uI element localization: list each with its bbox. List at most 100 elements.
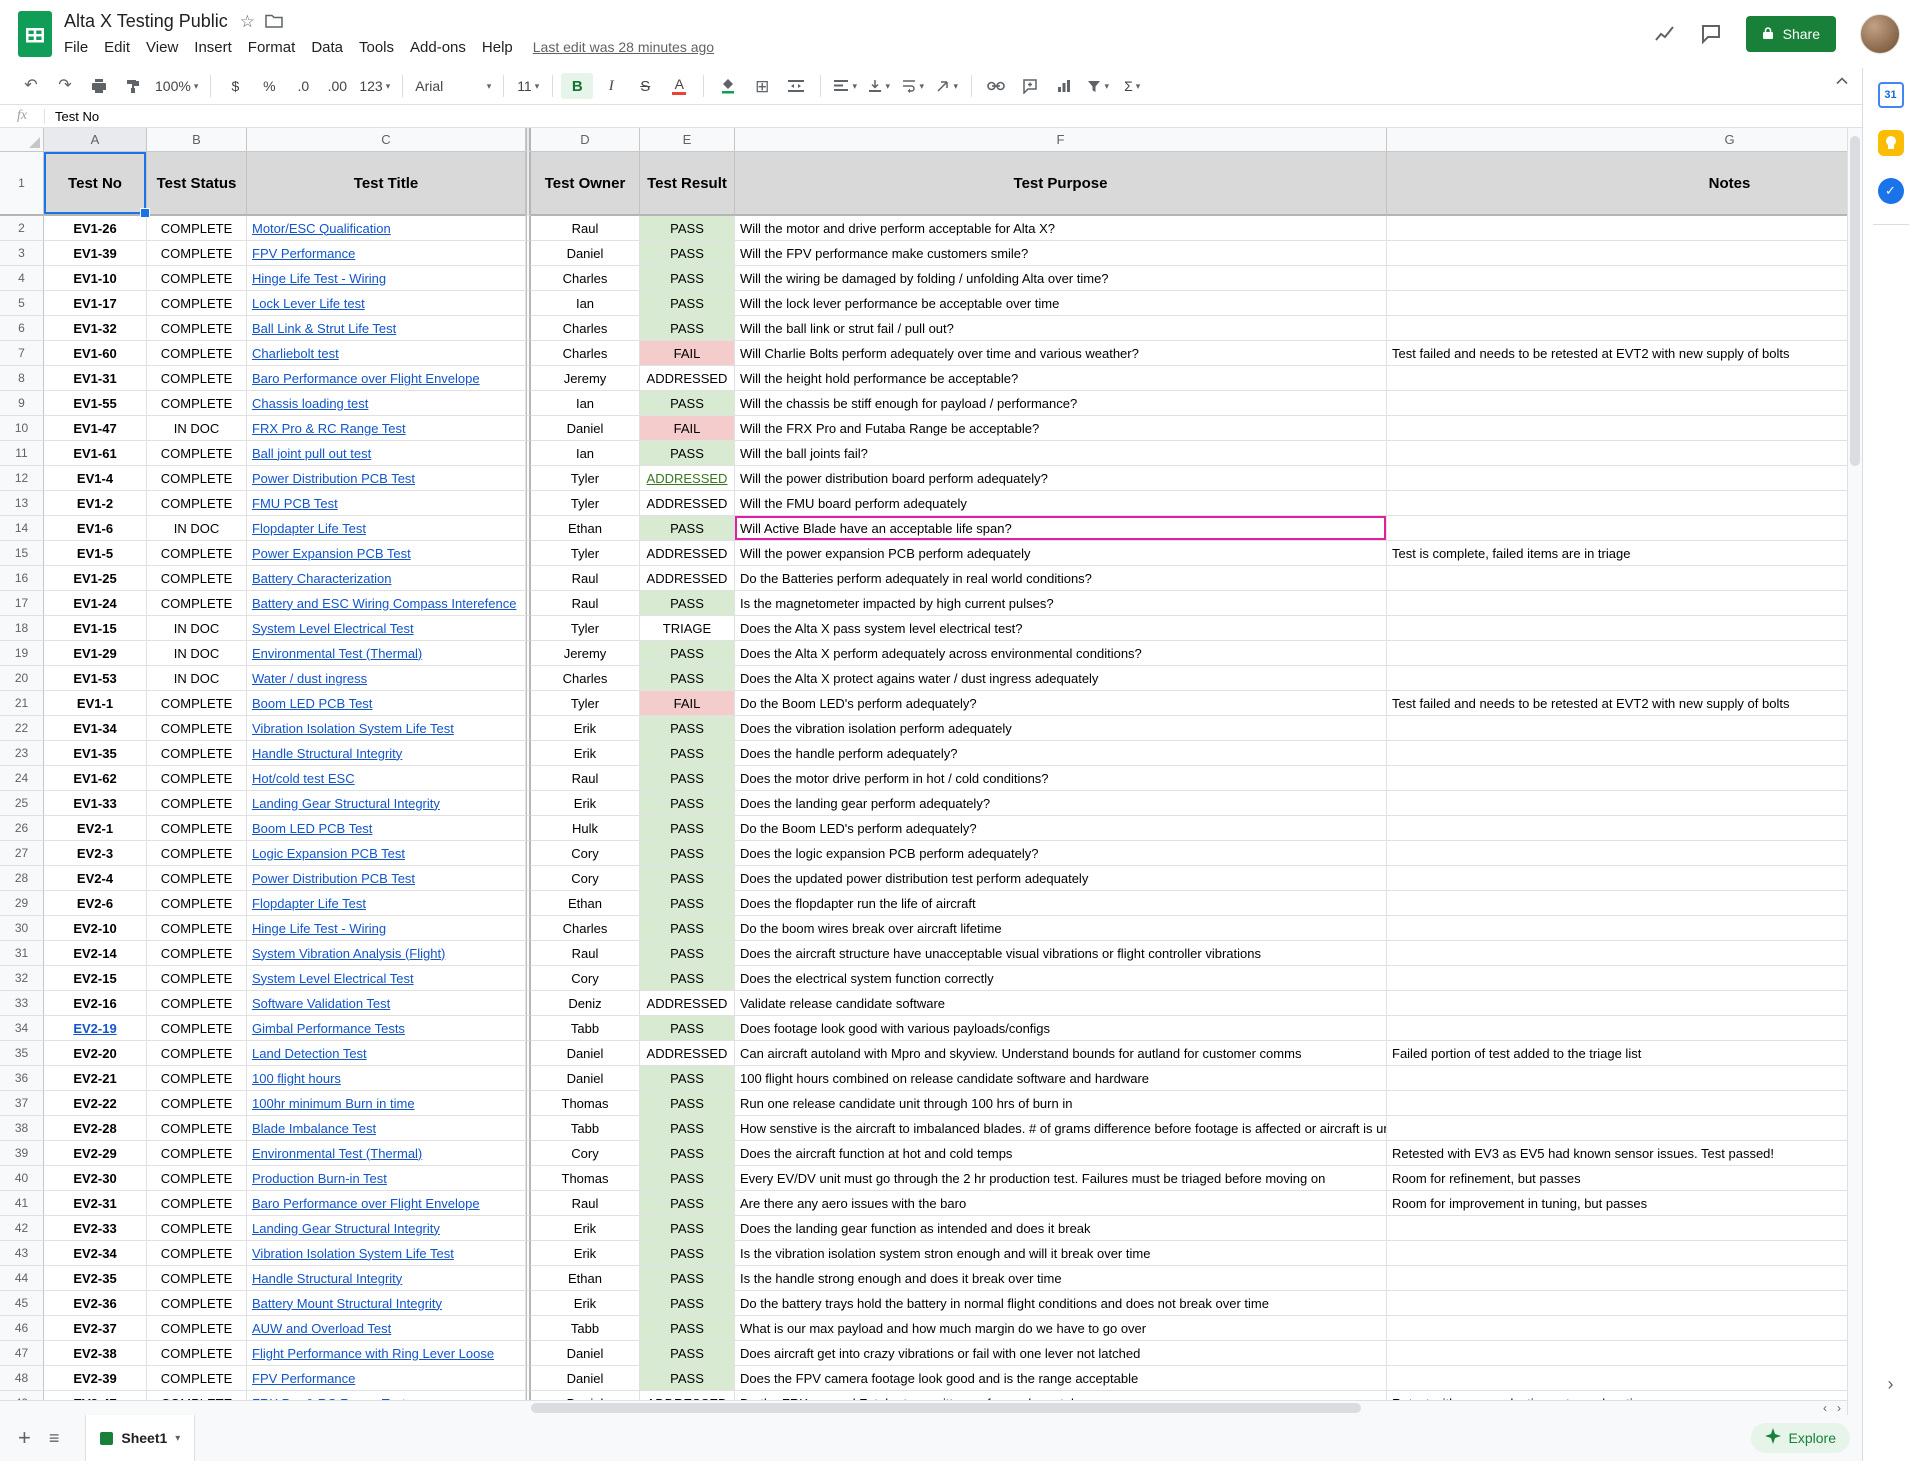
cell-test-no[interactable]: EV1-1	[44, 691, 147, 716]
cell-test-title[interactable]: System Level Electrical Test	[247, 616, 526, 641]
cell-test-status[interactable]: COMPLETE	[147, 591, 247, 616]
cell-test-purpose[interactable]: Run one release candidate unit through 1…	[735, 1091, 1387, 1116]
cell-notes[interactable]	[1387, 791, 1847, 816]
menu-view[interactable]: View	[138, 39, 186, 56]
cell-notes[interactable]	[1387, 391, 1847, 416]
menu-edit[interactable]: Edit	[96, 39, 138, 56]
cell-test-no[interactable]: EV2-30	[44, 1166, 147, 1191]
cell-test-status[interactable]: COMPLETE	[147, 1166, 247, 1191]
cell-test-owner[interactable]: Erik	[531, 741, 640, 766]
cell-test-purpose[interactable]: Do the Boom LED's perform adequately?	[735, 816, 1387, 841]
cell-test-result[interactable]: ADDRESSED	[640, 466, 735, 491]
cell-test-purpose[interactable]: Does the landing gear perform adequately…	[735, 791, 1387, 816]
cell-test-status[interactable]: COMPLETE	[147, 1291, 247, 1316]
cell-test-owner[interactable]: Cory	[531, 841, 640, 866]
cell-test-owner[interactable]: Tyler	[531, 691, 640, 716]
cell-test-result[interactable]: PASS	[640, 1191, 735, 1216]
cell-test-status[interactable]: COMPLETE	[147, 1091, 247, 1116]
cell-test-title[interactable]: FMU PCB Test	[247, 491, 526, 516]
column-header-c[interactable]: C	[247, 128, 526, 152]
row-header[interactable]: 38	[0, 1116, 44, 1141]
format-percent-button[interactable]: %	[253, 73, 285, 99]
zoom-select[interactable]: 100%▾	[151, 73, 202, 99]
cell-test-purpose[interactable]: Does the updated power distribution test…	[735, 866, 1387, 891]
cell-test-no[interactable]: EV2-33	[44, 1216, 147, 1241]
cell-test-no[interactable]: EV1-6	[44, 516, 147, 541]
cell-test-purpose[interactable]: Does the handle perform adequately?	[735, 741, 1387, 766]
cell-test-purpose[interactable]: How senstive is the aircraft to imbalanc…	[735, 1116, 1387, 1141]
cell-test-status[interactable]: COMPLETE	[147, 566, 247, 591]
cell-notes[interactable]	[1387, 916, 1847, 941]
cell-notes[interactable]	[1387, 641, 1847, 666]
cell-test-owner[interactable]: Ian	[531, 441, 640, 466]
cell-test-owner[interactable]: Erik	[531, 1291, 640, 1316]
scroll-left-arrow-icon[interactable]: ‹	[1823, 1401, 1827, 1415]
cell-test-result[interactable]: PASS	[640, 641, 735, 666]
cell-test-title[interactable]: Flopdapter Life Test	[247, 516, 526, 541]
cell-test-owner[interactable]: Tabb	[531, 1116, 640, 1141]
cell-test-purpose[interactable]: Will the FMU board perform adequately	[735, 491, 1387, 516]
move-folder-icon[interactable]	[265, 14, 283, 28]
cell-notes[interactable]	[1387, 441, 1847, 466]
cell-test-status[interactable]: COMPLETE	[147, 316, 247, 341]
cell-test-result[interactable]: PASS	[640, 1291, 735, 1316]
cell-test-no[interactable]: EV2-38	[44, 1341, 147, 1366]
cell-test-title[interactable]: Production Burn-in Test	[247, 1166, 526, 1191]
cell-test-status[interactable]: IN DOC	[147, 666, 247, 691]
cell-test-result[interactable]: PASS	[640, 666, 735, 691]
cell-test-status[interactable]: COMPLETE	[147, 266, 247, 291]
row-header[interactable]: 25	[0, 791, 44, 816]
row-header[interactable]: 47	[0, 1341, 44, 1366]
cell-test-result[interactable]: FAIL	[640, 416, 735, 441]
cell-test-owner[interactable]: Erik	[531, 1241, 640, 1266]
cell-test-status[interactable]: COMPLETE	[147, 941, 247, 966]
formula-input[interactable]: Test No	[55, 109, 99, 124]
cell-test-no[interactable]: EV2-4	[44, 866, 147, 891]
cell-test-status[interactable]: COMPLETE	[147, 366, 247, 391]
row-header[interactable]: 21	[0, 691, 44, 716]
cell-notes[interactable]	[1387, 991, 1847, 1016]
text-color-button[interactable]: A	[663, 73, 695, 99]
row-header[interactable]: 36	[0, 1066, 44, 1091]
keep-icon[interactable]	[1878, 130, 1904, 156]
cell-test-no[interactable]: EV1-15	[44, 616, 147, 641]
cell-test-owner[interactable]: Ian	[531, 391, 640, 416]
cell-test-result[interactable]: PASS	[640, 891, 735, 916]
row-header[interactable]: 33	[0, 991, 44, 1016]
cell-test-result[interactable]: PASS	[640, 766, 735, 791]
cell-test-purpose[interactable]: 100 flight hours combined on release can…	[735, 1066, 1387, 1091]
row-header[interactable]: 3	[0, 241, 44, 266]
cell-test-no[interactable]: EV1-32	[44, 316, 147, 341]
cell-test-owner[interactable]: Charles	[531, 266, 640, 291]
header-test-purpose[interactable]: Test Purpose	[735, 152, 1387, 216]
cell-test-status[interactable]: IN DOC	[147, 416, 247, 441]
cell-test-result[interactable]: PASS	[640, 941, 735, 966]
cell-test-owner[interactable]: Ethan	[531, 516, 640, 541]
header-test-title[interactable]: Test Title	[247, 152, 526, 216]
cell-notes[interactable]	[1387, 1366, 1847, 1391]
cell-test-no[interactable]: EV1-2	[44, 491, 147, 516]
cell-test-purpose[interactable]: Do the Boom LED's perform adequately?	[735, 691, 1387, 716]
cell-test-owner[interactable]: Charles	[531, 316, 640, 341]
cell-notes[interactable]	[1387, 1341, 1847, 1366]
cell-test-title[interactable]: System Level Electrical Test	[247, 966, 526, 991]
cell-test-owner[interactable]: Tyler	[531, 491, 640, 516]
cell-test-no[interactable]: EV1-55	[44, 391, 147, 416]
redo-button[interactable]: ↷	[49, 73, 81, 99]
menu-data[interactable]: Data	[303, 39, 351, 56]
cell-test-owner[interactable]: Jeremy	[531, 366, 640, 391]
cell-notes[interactable]	[1387, 466, 1847, 491]
row-header[interactable]: 23	[0, 741, 44, 766]
cell-notes[interactable]	[1387, 966, 1847, 991]
text-rotation-menu[interactable]: ▾	[931, 73, 963, 99]
cell-test-owner[interactable]: Thomas	[531, 1166, 640, 1191]
cell-test-owner[interactable]: Erik	[531, 1216, 640, 1241]
cell-test-status[interactable]: COMPLETE	[147, 916, 247, 941]
cell-test-title[interactable]: Charliebolt test	[247, 341, 526, 366]
cell-test-purpose[interactable]: Will the chassis be stiff enough for pay…	[735, 391, 1387, 416]
cell-test-purpose[interactable]: Will the FRX Pro and Futaba Range be acc…	[735, 416, 1387, 441]
row-header[interactable]: 45	[0, 1291, 44, 1316]
cell-notes[interactable]	[1387, 291, 1847, 316]
cell-test-status[interactable]: COMPLETE	[147, 1241, 247, 1266]
row-header[interactable]: 32	[0, 966, 44, 991]
